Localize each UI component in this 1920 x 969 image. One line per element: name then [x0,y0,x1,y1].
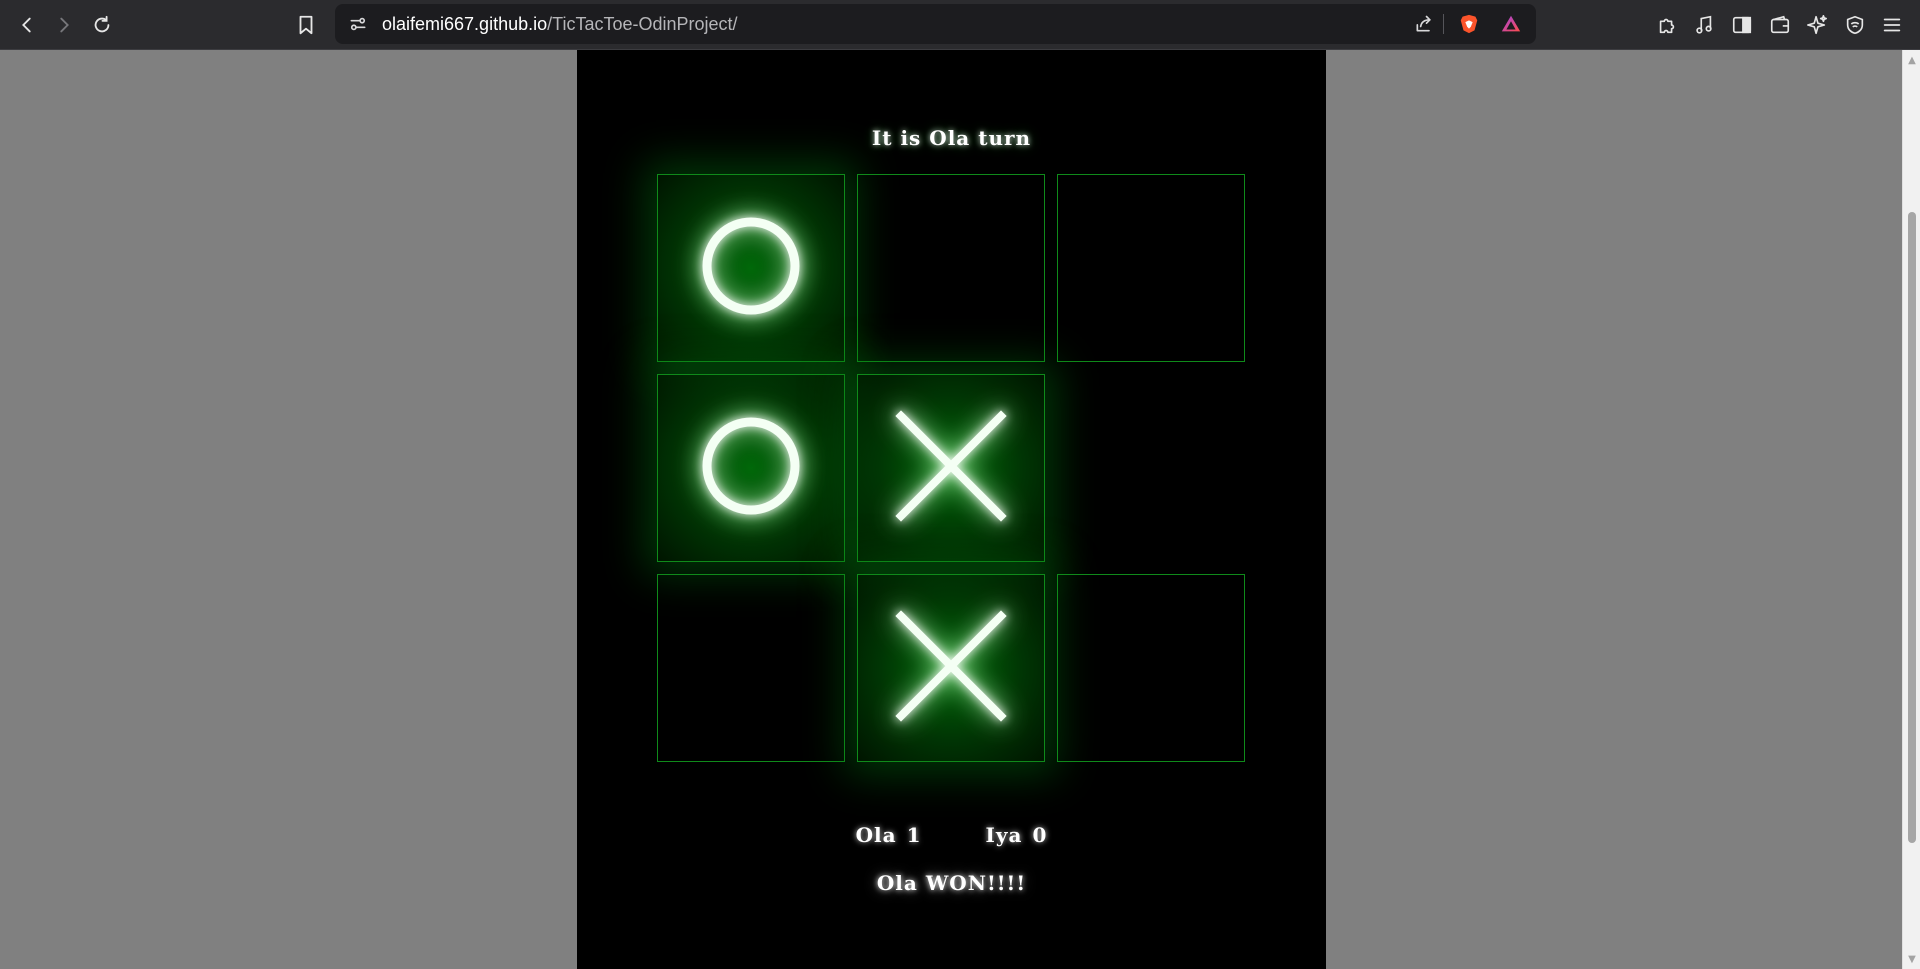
score-player-1: Ola 1 [856,823,922,847]
player-1-score: 1 [906,823,922,847]
cell-1-0[interactable] [657,374,845,562]
player-1-name: Ola [855,823,897,847]
o-mark-icon [691,206,811,330]
scroll-up-arrow-icon[interactable]: ▲ [1903,52,1920,68]
game-container: It is Ola turn Ola 1 Iya 0 Ola WON!!!! [577,50,1326,969]
chevron-right-icon [60,17,69,33]
hamburger-menu-icon [1883,18,1901,32]
url-text[interactable]: olaifemi667.github.io/TicTacToe-OdinProj… [382,4,738,44]
bookmark-icon [299,15,313,35]
score-player-2: Iya 0 [986,823,1048,847]
shield-icon [1846,15,1864,35]
sidebar-icon [1732,16,1752,34]
extensions-button[interactable] [1650,8,1684,42]
scroll-down-arrow-icon[interactable]: ▼ [1903,951,1920,967]
o-mark-icon [691,406,811,530]
result-message: Ola WON!!!! [876,871,1027,895]
wallet-button[interactable] [1763,8,1797,42]
address-bar[interactable]: olaifemi667.github.io/TicTacToe-OdinProj… [335,4,1536,44]
sparkle-icon [1807,15,1827,35]
cell-0-2[interactable] [1057,174,1245,362]
vertical-scrollbar[interactable]: ▲ ▼ [1902,50,1920,969]
url-domain: olaifemi667.github.io [382,14,548,34]
url-path: /TicTacToe-OdinProject/ [547,14,738,34]
brave-shields-icon[interactable] [1458,13,1480,35]
cell-2-1[interactable] [857,574,1045,762]
cell-1-2[interactable] [1057,374,1245,562]
cell-1-1[interactable] [857,374,1045,562]
scoreboard: Ola 1 Iya 0 [577,823,1326,847]
cell-2-2[interactable] [1057,574,1245,762]
scrollbar-thumb[interactable] [1908,212,1916,843]
page-viewport: It is Ola turn Ola 1 Iya 0 Ola WON!!!! [0,50,1902,969]
menu-button[interactable] [1875,8,1909,42]
back-button[interactable] [10,8,44,42]
wallet-icon [1770,15,1790,34]
chevron-left-icon [22,17,31,33]
player-2-score: 0 [1032,823,1048,847]
cell-2-0[interactable] [657,574,845,762]
leo-ai-button[interactable] [1800,8,1834,42]
media-button[interactable] [1687,8,1721,42]
x-mark-icon [891,606,1011,730]
url-separator [1443,14,1444,34]
reload-button[interactable] [85,8,119,42]
puzzle-icon [1659,18,1675,34]
browser-toolbar: olaifemi667.github.io/TicTacToe-OdinProj… [0,0,1920,50]
site-settings-icon[interactable] [347,13,369,35]
vpn-button[interactable] [1838,8,1872,42]
game-board [657,174,1247,764]
cell-0-1[interactable] [857,174,1045,362]
turn-indicator: It is Ola turn [871,126,1032,150]
bookmark-button[interactable] [289,8,323,42]
brave-rewards-icon[interactable] [1500,13,1522,35]
x-mark-icon [891,406,1011,530]
sidebar-button[interactable] [1725,8,1759,42]
forward-button[interactable] [47,8,81,42]
cell-0-0[interactable] [657,174,845,362]
player-2-name: Iya [985,823,1023,847]
music-note-icon [1696,15,1712,34]
share-icon[interactable] [1413,13,1435,35]
reload-icon [94,15,110,33]
